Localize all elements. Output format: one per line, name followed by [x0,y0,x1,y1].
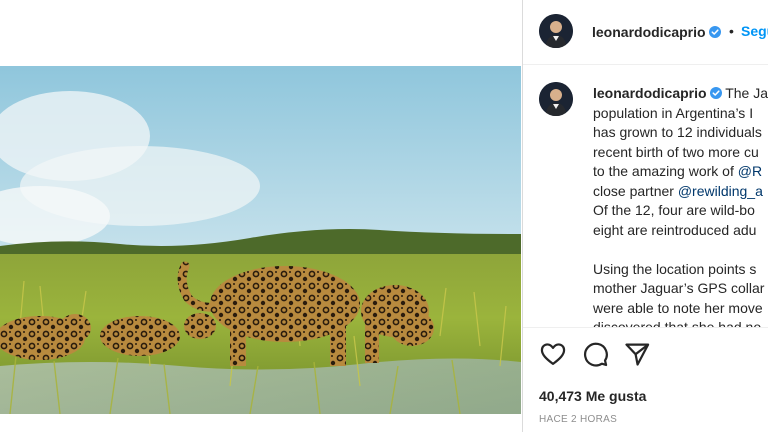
caption-paragraph-1: leonardodicaprio The Ja population in Ar… [593,84,768,240]
actions-divider [523,327,768,328]
caption-author-avatar[interactable] [539,82,573,116]
caption-line: has grown to 12 individuals [593,124,762,140]
caption-line: population in Argentina’s I [593,104,754,121]
caption-line: The Ja [725,85,768,101]
paper-plane-icon [625,343,650,366]
caption-paragraph-2: Using the location points s mother Jagua… [593,260,768,328]
author-avatar[interactable] [539,14,573,48]
post-actions-bar [523,340,768,372]
caption-line: to the amazing work of [593,163,738,179]
username-text[interactable]: leonardodicaprio [592,24,706,40]
caption-line: Using the location points s [593,260,757,277]
caption-line: close partner [593,182,678,199]
caption-line: discovered that she had no [593,319,762,327]
post-header: leonardodicaprio • Segu [523,0,768,64]
post-photo[interactable] [0,66,521,414]
mention-link-rewilding[interactable]: @rewilding_a [678,183,763,199]
caption-line: were able to note her move [593,299,763,316]
caption-line: recent birth of two more cu [593,143,759,160]
likes-count[interactable]: 40,473 Me gusta [539,388,646,404]
verified-badge-icon [709,87,722,99]
jaguar-photo-image [0,66,521,414]
caption-username[interactable]: leonardodicaprio [593,85,722,101]
comment-icon [584,342,608,367]
share-button[interactable] [623,340,651,368]
verified-badge-icon [708,26,721,38]
caption-line: mother Jaguar’s GPS collar [593,280,765,296]
caption-text: leonardodicaprio The Ja population in Ar… [593,84,768,327]
caption-line: Of the 12, four are wild-bo [593,202,755,218]
mention-link[interactable]: @R [738,163,762,179]
comment-button[interactable] [581,340,609,368]
follow-button[interactable]: Segu [741,23,768,39]
author-username[interactable]: leonardodicaprio [592,24,721,40]
post-timestamp[interactable]: HACE 2 HORAS [539,414,617,425]
avatar-image [539,14,573,48]
separator-dot: • [729,23,734,39]
post-media-pane [0,0,522,432]
post-side-panel: leonardodicaprio • Segu leonardodicaprio… [523,0,768,432]
caption-area: leonardodicaprio The Ja population in Ar… [523,65,768,327]
heart-icon [540,343,566,366]
avatar-image [539,82,573,116]
username-text[interactable]: leonardodicaprio [593,85,707,101]
like-button[interactable] [539,340,567,368]
caption-line: eight are reintroduced adu [593,221,757,238]
